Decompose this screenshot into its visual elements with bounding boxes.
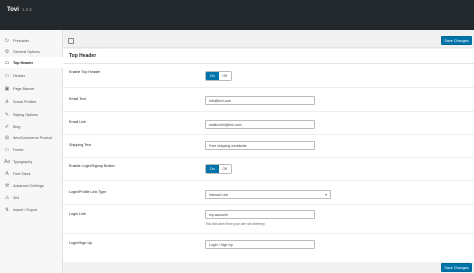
sidebar-item-label: Font Sizes bbox=[13, 171, 31, 176]
options-panel bbox=[63, 49, 474, 262]
sidebar-item-label: Page Banner bbox=[13, 86, 35, 91]
sidebar-item-styling-options[interactable]: ✎ Styling Options bbox=[0, 109, 63, 120]
warning-icon: ⚠ bbox=[4, 194, 10, 201]
header-icon: ▭ bbox=[4, 72, 10, 79]
login-link-label: Login Link bbox=[69, 212, 86, 216]
sidebar-item-label: Styling Options bbox=[13, 112, 38, 117]
sidebar: ↻ Preloader ⚙ General Options ▭ Top Head… bbox=[0, 30, 63, 273]
enable-login-label: Enable Login/Signup Button bbox=[69, 164, 115, 168]
shipping-text-input[interactable] bbox=[205, 141, 315, 150]
refresh-icon: ↻ bbox=[4, 37, 10, 44]
sidebar-item-top-header[interactable]: ▭ Top Header bbox=[0, 57, 63, 68]
login-link-input[interactable] bbox=[205, 210, 315, 219]
sidebar-item-import-export[interactable]: ⇅ Import / Export bbox=[0, 204, 63, 215]
login-link-type-label: Login/Profile Link Type bbox=[69, 190, 107, 194]
share-icon: ⋔ bbox=[4, 98, 10, 105]
app-brand: Tovi 1.0.6 bbox=[7, 7, 32, 13]
wrench-icon: ⚒ bbox=[4, 182, 10, 189]
sidebar-item-typography[interactable]: Aa Typography bbox=[0, 156, 63, 167]
sidebar-item-label: Advanced Settings bbox=[13, 183, 44, 188]
pencil-icon: ✐ bbox=[4, 123, 10, 130]
expand-icon[interactable] bbox=[68, 38, 74, 44]
typography-icon: Aa bbox=[3, 158, 11, 165]
toggle-off[interactable]: Off bbox=[218, 72, 231, 80]
sidebar-item-label: WooCommerce Product bbox=[13, 135, 53, 140]
sidebar-item-header[interactable]: ▭ Header bbox=[0, 70, 63, 81]
divider bbox=[63, 204, 474, 205]
enable-top-header-toggle[interactable]: On Off bbox=[205, 71, 232, 81]
font-size-icon: A bbox=[5, 170, 9, 177]
email-text-label: Email Text bbox=[69, 97, 86, 101]
sidebar-item-advanced-settings[interactable]: ⚒ Advanced Settings bbox=[0, 180, 63, 191]
brush-icon: ✎ bbox=[4, 111, 10, 118]
sidebar-item-blog[interactable]: ✐ Blog bbox=[0, 121, 63, 132]
sidebar-item-label: Preloader bbox=[13, 38, 29, 43]
options-toolbar bbox=[63, 34, 474, 48]
save-button[interactable]: Save Changes bbox=[441, 263, 472, 272]
sidebar-item-preloader[interactable]: ↻ Preloader bbox=[0, 35, 63, 46]
shipping-text-label: Shipping Text bbox=[69, 143, 92, 147]
image-icon: ▣ bbox=[4, 85, 10, 92]
divider bbox=[63, 180, 474, 181]
login-signup-input[interactable] bbox=[205, 240, 315, 249]
gear-icon: ⚙ bbox=[4, 48, 10, 55]
top-bar: Tovi 1.0.6 bbox=[0, 0, 474, 30]
toggle-on[interactable]: On bbox=[206, 165, 219, 173]
divider bbox=[63, 87, 474, 88]
enable-top-header-label: Enable Top Header bbox=[69, 70, 101, 74]
sidebar-item-label: Typography bbox=[13, 159, 33, 164]
divider bbox=[63, 63, 474, 64]
sidebar-item-label: Import / Export bbox=[13, 207, 38, 212]
sidebar-item-general-options[interactable]: ⚙ General Options bbox=[0, 46, 63, 57]
login-link-type-select[interactable]: Internal Link ▾ bbox=[205, 190, 331, 199]
sidebar-item-label: Top Header bbox=[13, 60, 34, 65]
divider bbox=[63, 157, 474, 158]
sidebar-item-label: General Options bbox=[13, 49, 40, 54]
select-value: Internal Link bbox=[209, 192, 229, 197]
cart-icon: ⊞ bbox=[4, 134, 10, 141]
sidebar-item-page-banner[interactable]: ▣ Page Banner bbox=[0, 83, 63, 94]
chevron-down-icon: ▾ bbox=[325, 193, 327, 197]
sidebar-item-woocommerce-product[interactable]: ⊞ WooCommerce Product bbox=[0, 132, 63, 143]
save-button[interactable]: Save Changes bbox=[441, 36, 472, 45]
sidebar-item-label: Footer bbox=[13, 147, 24, 152]
app-version: 1.0.6 bbox=[21, 7, 32, 12]
divider bbox=[63, 233, 474, 234]
sidebar-item-social-profiles[interactable]: ⋔ Social Profiles bbox=[0, 96, 63, 107]
email-text-input[interactable] bbox=[205, 96, 315, 105]
sidebar-item-404[interactable]: ⚠ 404 bbox=[0, 192, 63, 203]
section-title: Top Header bbox=[69, 53, 97, 59]
sidebar-item-label: Social Profiles bbox=[13, 99, 37, 104]
email-link-input[interactable] bbox=[205, 120, 315, 129]
sidebar-item-font-sizes[interactable]: A Font Sizes bbox=[0, 168, 63, 179]
toggle-on[interactable]: On bbox=[206, 72, 219, 80]
footer-icon: ▭ bbox=[4, 146, 10, 153]
sidebar-item-label: Blog bbox=[13, 124, 21, 129]
sidebar-item-footer[interactable]: ▭ Footer bbox=[0, 144, 63, 155]
app-name: Tovi bbox=[7, 7, 19, 13]
sidebar-item-label: Header bbox=[13, 73, 26, 78]
login-link-hint: This link work from your site not direct… bbox=[205, 222, 265, 226]
toggle-off[interactable]: Off bbox=[218, 165, 231, 173]
email-link-label: Email Link bbox=[69, 120, 87, 124]
header-icon: ▭ bbox=[4, 59, 10, 66]
login-signup-label: Login/Sign Up bbox=[69, 241, 93, 245]
enable-login-toggle[interactable]: On Off bbox=[205, 164, 232, 174]
divider bbox=[63, 111, 474, 112]
import-export-icon: ⇅ bbox=[4, 206, 10, 213]
sidebar-item-label: 404 bbox=[13, 195, 20, 200]
divider bbox=[63, 134, 474, 135]
